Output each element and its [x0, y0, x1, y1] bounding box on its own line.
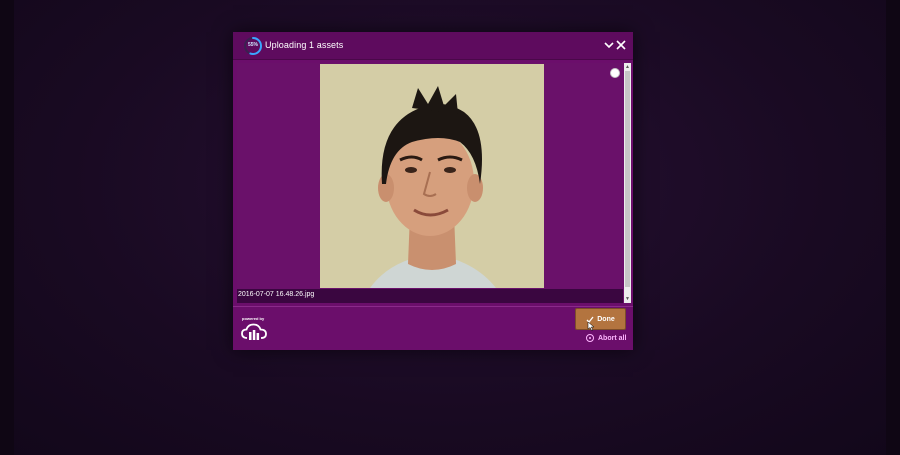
- close-icon[interactable]: [614, 38, 628, 52]
- done-button[interactable]: Done: [575, 308, 626, 330]
- progress-ring-icon: 55%: [243, 36, 263, 56]
- dialog-header: 55% Uploading 1 assets: [233, 32, 633, 60]
- dialog-footer: powered by Done Abort all: [233, 307, 633, 350]
- done-button-label: Done: [597, 315, 615, 323]
- scroll-thumb[interactable]: [625, 71, 630, 287]
- stage-edge-left: [0, 0, 14, 455]
- abort-icon: [586, 334, 594, 342]
- cloud-logo-icon: [241, 323, 267, 341]
- file-name: 2016-07-07 16.48.26.jpg: [238, 291, 315, 298]
- abort-all-link[interactable]: Abort all: [586, 334, 626, 342]
- scroll-down-icon[interactable]: ▼: [624, 295, 631, 303]
- scroll-up-icon[interactable]: ▲: [624, 63, 631, 71]
- progress-percent: 55%: [247, 42, 258, 48]
- upload-dialog: 55% Uploading 1 assets 2016-07-07 16.48.…: [233, 32, 633, 350]
- powered-by-label: powered by: [242, 316, 265, 321]
- cursor-icon: [587, 318, 595, 331]
- asset-preview: 2016-07-07 16.48.26.jpg: [237, 63, 623, 303]
- asset-thumbnail[interactable]: [320, 64, 544, 288]
- stage-edge-right: [886, 0, 900, 455]
- dialog-title: Uploading 1 assets: [265, 40, 344, 50]
- status-dot-icon: [610, 68, 620, 78]
- abort-all-label: Abort all: [598, 334, 627, 342]
- filename-bar: 2016-07-07 16.48.26.jpg: [237, 289, 623, 303]
- scrollbar[interactable]: ▲ ▼: [624, 63, 631, 303]
